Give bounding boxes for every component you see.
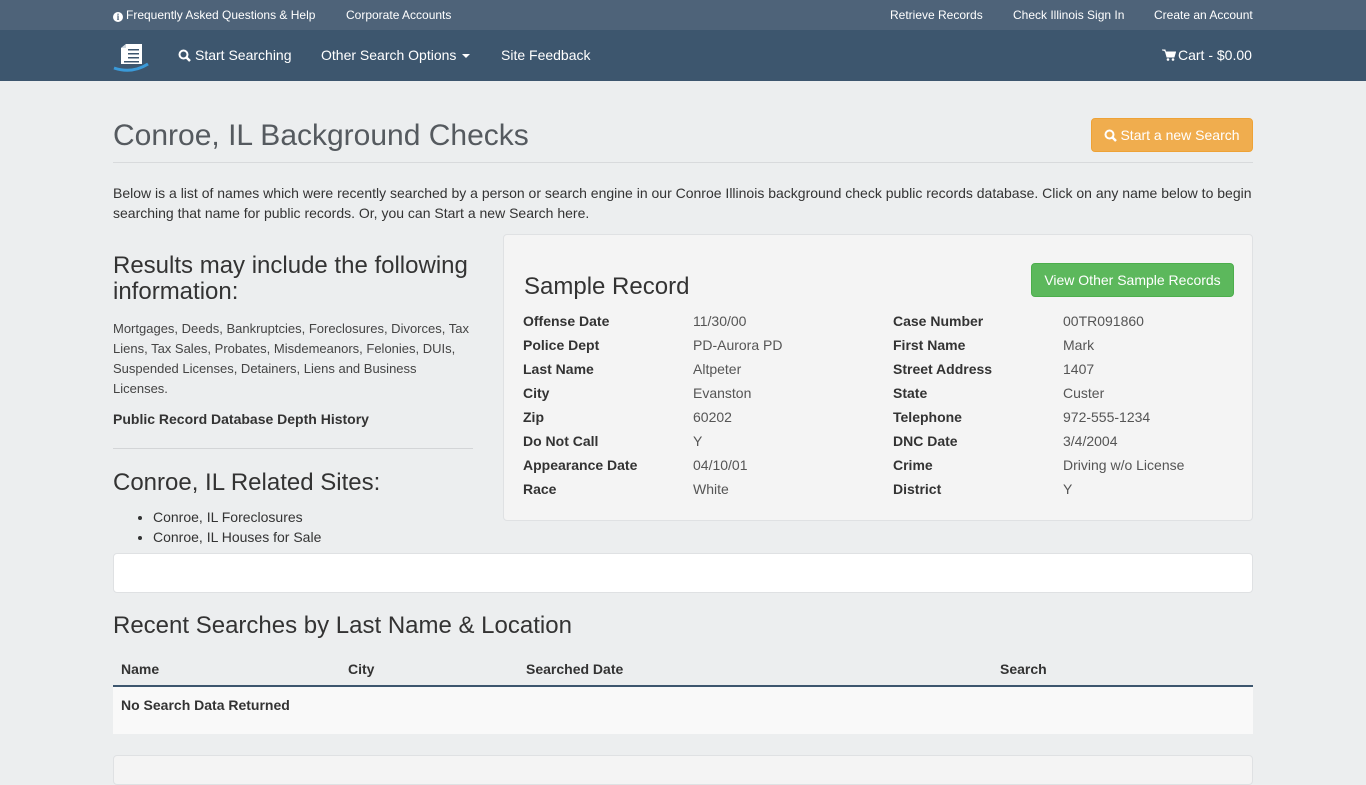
record-field-value: Altpeter: [693, 361, 742, 377]
related-sites-title: Conroe, IL Related Sites:: [113, 469, 381, 496]
recent-searches-table: Name City Searched Date Search No Search…: [113, 650, 1253, 734]
table-row: No Search Data Returned: [113, 687, 1253, 734]
column-header-name[interactable]: Name: [121, 661, 159, 677]
record-field-label: City: [523, 385, 550, 401]
main-navbar: Start Searching Other Search Options Sit…: [0, 30, 1366, 81]
record-field-value: 00TR091860: [1063, 313, 1144, 329]
start-searching-label: Start Searching: [195, 47, 292, 63]
related-site-link[interactable]: Conroe, IL Foreclosures: [153, 507, 473, 527]
search-icon: [178, 49, 191, 62]
info-title: Results may include the following inform…: [113, 252, 468, 305]
record-field-label: Do Not Call: [523, 433, 599, 449]
start-new-search-label: Start a new Search: [1120, 127, 1240, 143]
recent-searches-title: Recent Searches by Last Name & Location: [113, 612, 572, 639]
record-field-value: Mark: [1063, 337, 1095, 353]
depth-history-link[interactable]: Public Record Database Depth History: [113, 409, 369, 429]
other-search-label: Other Search Options: [321, 47, 457, 63]
record-field-value: 3/4/2004: [1063, 433, 1118, 449]
record-field-value: 04/10/01: [693, 457, 748, 473]
faq-link[interactable]: i Frequently Asked Questions & Help: [113, 0, 315, 30]
record-field-value: Driving w/o License: [1063, 457, 1185, 473]
record-field-value: Custer: [1063, 385, 1105, 401]
record-field-label: Last Name: [523, 361, 594, 377]
corporate-accounts-link[interactable]: Corporate Accounts: [346, 0, 451, 30]
related-site-link[interactable]: Conroe, IL Houses for Sale: [153, 527, 473, 547]
empty-table-message: No Search Data Returned: [121, 697, 290, 713]
cart-label: Cart - $0.00: [1178, 47, 1252, 63]
record-field-label: Telephone: [893, 409, 962, 425]
record-field-label: Zip: [523, 409, 544, 425]
record-field-value: Y: [693, 433, 703, 449]
record-field-label: Offense Date: [523, 313, 610, 329]
cart-link[interactable]: Cart - $0.00: [1162, 30, 1252, 81]
page-header: Conroe, IL Background Checks Start a new…: [113, 118, 1253, 163]
record-field-label: State: [893, 385, 928, 401]
record-field-value: Y: [1063, 481, 1073, 497]
record-field-label: First Name: [893, 337, 966, 353]
intro-text: Below is a list of names which were rece…: [113, 185, 1252, 221]
top-utility-bar: i Frequently Asked Questions & Help Corpo…: [0, 0, 1366, 30]
retrieve-records-link[interactable]: Retrieve Records: [890, 0, 983, 30]
column-header-search[interactable]: Search: [1000, 661, 1047, 677]
site-feedback-link[interactable]: Site Feedback: [501, 30, 591, 81]
bottom-panel: [113, 755, 1253, 785]
create-account-link[interactable]: Create an Account: [1154, 0, 1253, 30]
record-field-label: Police Dept: [523, 337, 600, 353]
faq-label: Frequently Asked Questions & Help: [126, 8, 316, 22]
cart-icon: [1162, 49, 1177, 61]
info-column: Results may include the following inform…: [113, 253, 473, 547]
column-header-city[interactable]: City: [348, 661, 374, 677]
info-record-types: Mortgages, Deeds, Bankruptcies, Foreclos…: [113, 321, 469, 396]
view-other-samples-button[interactable]: View Other Sample Records: [1031, 263, 1234, 297]
related-sites-list: Conroe, IL Foreclosures Conroe, IL House…: [113, 507, 473, 547]
empty-panel: [113, 553, 1253, 593]
record-field-value: Evanston: [693, 385, 752, 401]
start-new-search-button[interactable]: Start a new Search: [1091, 118, 1253, 152]
record-field-value: White: [693, 481, 729, 497]
record-field-label: DNC Date: [893, 433, 958, 449]
sign-in-link[interactable]: Check Illinois Sign In: [1013, 0, 1124, 30]
record-field-label: District: [893, 481, 942, 497]
column-header-searched-date[interactable]: Searched Date: [526, 661, 623, 677]
start-searching-link[interactable]: Start Searching: [178, 30, 292, 81]
table-header: Name City Searched Date Search: [113, 650, 1253, 687]
caret-down-icon: [462, 54, 471, 59]
logo-icon[interactable]: [112, 42, 150, 72]
other-search-options-dropdown[interactable]: Other Search Options: [321, 30, 471, 81]
record-field-label: Case Number: [893, 313, 984, 329]
record-field-value: 972-555-1234: [1063, 409, 1151, 425]
divider: [113, 448, 473, 449]
record-field-label: Street Address: [893, 361, 993, 377]
record-field-value: 1407: [1063, 361, 1095, 377]
sample-record-title: Sample Record: [524, 273, 690, 300]
info-icon: i: [113, 12, 123, 22]
record-field-value: PD-Aurora PD: [693, 337, 783, 353]
record-field-value: 60202: [693, 409, 732, 425]
record-field-label: Race: [523, 481, 557, 497]
record-field-value: 11/30/00: [693, 313, 747, 329]
search-icon: [1104, 129, 1118, 142]
sample-record-panel: Sample Record View Other Sample Records …: [503, 234, 1253, 521]
page-title: Conroe, IL Background Checks: [113, 119, 529, 152]
record-field-label: Crime: [893, 457, 933, 473]
record-field-label: Appearance Date: [523, 457, 638, 473]
